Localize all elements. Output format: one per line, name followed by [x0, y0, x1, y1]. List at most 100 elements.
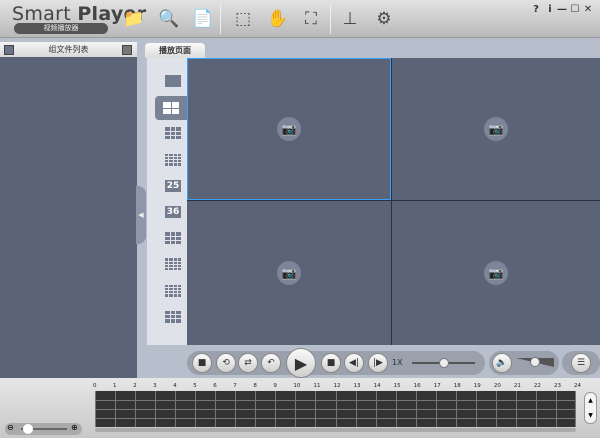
stamp-icon[interactable]: ⊥ [338, 7, 362, 31]
tick-label: 19 [473, 383, 481, 389]
close-button[interactable]: ✕ [582, 4, 594, 15]
tick-label: 7 [233, 383, 237, 389]
camera-icon: 📷 [277, 117, 301, 141]
tick-label: 10 [293, 383, 301, 389]
tick-label: 14 [373, 383, 381, 389]
stop-button[interactable]: ■ [321, 353, 341, 373]
video-window[interactable]: 📷 [187, 58, 391, 200]
gear-icon[interactable]: ⚙ [372, 7, 396, 31]
sync-button[interactable]: ⇄ [238, 353, 258, 373]
tick-label: 11 [313, 383, 321, 389]
layout-13-button[interactable] [164, 284, 182, 298]
select-pointer-icon[interactable]: ⬚ [231, 7, 255, 31]
search-layout-icon[interactable]: 🔍 [157, 7, 181, 31]
layout-25-button[interactable]: 25 [164, 179, 182, 193]
video-window[interactable]: 📷 [187, 201, 391, 345]
play-button[interactable]: ▶ [286, 348, 316, 378]
layout-8-button[interactable] [164, 257, 182, 271]
grid-layout-icon [165, 284, 181, 297]
toolbar-divider [220, 4, 221, 34]
panel-header: 组文件列表 [0, 42, 137, 57]
export-file-icon[interactable]: 📄 [191, 7, 215, 31]
logo-text: Smart [12, 3, 78, 25]
fullscreen-icon[interactable]: ⛶ [299, 7, 323, 31]
channel-row-divider [95, 409, 576, 410]
tick-label: 21 [513, 383, 521, 389]
tick-label: 1 [113, 383, 117, 389]
collapse-panel-handle[interactable]: ◀ [136, 186, 146, 244]
video-grid: 📷 📷 📷 📷 [187, 58, 600, 345]
app-subtitle: 视频播放器 [14, 23, 108, 34]
video-window[interactable]: 📷 [392, 58, 600, 200]
grid-layout-icon [165, 258, 181, 271]
layout-selector: 25 36 [147, 58, 187, 345]
tick-label: 13 [353, 383, 361, 389]
channel-row-divider [95, 418, 576, 419]
title-bar: Smart Player 视频播放器 ? i — ☐ ✕ 📁 🔍 📄 ⬚ ✋ ⛶ ⊥ ⚙ [0, 0, 600, 38]
timeline-area: ⊖ ⊕ 0 1 2 3 4 5 6 7 8 9 10 11 12 13 14 15 16 17 18 19 20 21 22… [0, 378, 600, 438]
scroll-up-button[interactable]: ▲ [585, 393, 596, 408]
camera-icon: 📷 [277, 261, 301, 285]
help-button[interactable]: ? [530, 4, 542, 15]
layout-label: 36 [165, 206, 181, 218]
loop-button[interactable]: ⟲ [216, 353, 236, 373]
speed-label: 1X [392, 358, 403, 367]
layout-9-button[interactable] [164, 126, 182, 140]
delete-icon[interactable] [122, 45, 132, 55]
timeline-scrollbar[interactable] [95, 428, 576, 432]
zoom-in-icon[interactable]: ⊕ [71, 423, 78, 432]
volume-slider-thumb[interactable] [530, 357, 540, 367]
grid-layout-icon [163, 102, 179, 115]
tick-label: 6 [213, 383, 217, 389]
layout-36-button[interactable]: 36 [164, 205, 182, 219]
grid-layout-icon [165, 153, 181, 166]
camera-icon: 📷 [484, 117, 508, 141]
grid-layout-icon [165, 75, 181, 87]
tick-label: 18 [453, 383, 461, 389]
layout-16-button[interactable] [164, 153, 182, 167]
playback-controls: ■ ⟲ ⇄ ↶ ▶ ■ ◀| |▶ 1X 🔈 ☰ [187, 348, 600, 378]
snapshot-button[interactable]: ■ [192, 353, 212, 373]
grid-layout-icon [165, 232, 181, 245]
tick-label: 3 [153, 383, 157, 389]
minimize-button[interactable]: — [556, 4, 568, 15]
timeline-zoom-slider[interactable]: ⊖ ⊕ [5, 423, 82, 435]
volume-icon[interactable]: 🔈 [492, 353, 512, 373]
tick-label: 5 [193, 383, 197, 389]
layout-4-button[interactable] [155, 96, 187, 121]
tab-playback-page[interactable]: 播放页面 [145, 43, 205, 58]
folder-add-icon[interactable]: 📁 [122, 7, 146, 31]
tick-label: 0 [93, 383, 97, 389]
scroll-down-button[interactable]: ▼ [585, 408, 596, 423]
zoom-out-icon[interactable]: ⊖ [7, 423, 14, 432]
grid-layout-icon [165, 310, 181, 323]
step-back-button[interactable]: ◀| [344, 353, 364, 373]
camera-icon: 📷 [484, 261, 508, 285]
timeline-ticks: 0 1 2 3 4 5 6 7 8 9 10 11 12 13 14 15 16 17 18 19 20 21 22 23 24 [93, 378, 581, 391]
maximize-button[interactable]: ☐ [569, 4, 581, 15]
tick-label: 24 [574, 383, 581, 389]
tick-label: 9 [273, 383, 277, 389]
grid-layout-icon [165, 127, 181, 140]
tick-label: 12 [333, 383, 341, 389]
hand-icon[interactable]: ✋ [266, 7, 290, 31]
layout-1-button[interactable] [164, 74, 182, 88]
tick-label: 15 [393, 383, 401, 389]
channel-row-divider [95, 400, 576, 401]
layout-6-button[interactable] [164, 231, 182, 245]
speed-slider-thumb[interactable] [438, 358, 449, 368]
layout-custom-button[interactable] [164, 310, 182, 324]
channel-scroll[interactable]: ▲ ▼ [584, 392, 597, 424]
tick-label: 4 [173, 383, 177, 389]
tick-label: 22 [533, 383, 541, 389]
zoom-slider-thumb[interactable] [23, 424, 34, 434]
group-file-list-panel: 组文件列表 [0, 42, 137, 378]
info-button[interactable]: i [544, 4, 556, 15]
rewind-button[interactable]: ↶ [261, 353, 281, 373]
video-window[interactable]: 📷 [392, 201, 600, 345]
settings-adjust-button[interactable]: ☰ [571, 353, 591, 373]
timeline-track[interactable] [95, 391, 576, 427]
toolbar-divider [330, 4, 331, 34]
select-all-checkbox[interactable] [4, 45, 14, 55]
step-forward-button[interactable]: |▶ [368, 353, 388, 373]
